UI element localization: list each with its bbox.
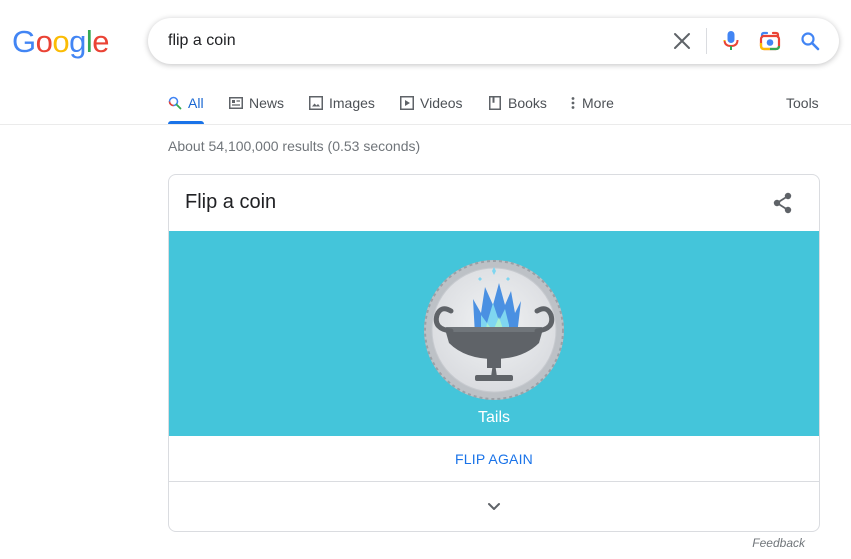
flip-again-button[interactable]: FLIP AGAIN (169, 436, 819, 482)
tab-label: News (249, 95, 285, 111)
card-title: Flip a coin (185, 191, 277, 213)
tools-button[interactable]: Tools (786, 82, 819, 124)
newspaper-icon (229, 96, 243, 110)
search-input[interactable] (168, 30, 648, 52)
search-icon (168, 96, 182, 110)
result-stats: About 54,100,000 results (0.53 seconds) (168, 138, 421, 154)
tab-more[interactable]: More (570, 82, 614, 124)
tab-videos[interactable]: Videos (400, 82, 463, 124)
camera-lens-icon[interactable] (758, 29, 782, 53)
tools-label: Tools (786, 95, 819, 111)
image-icon (309, 96, 323, 110)
book-icon (488, 96, 502, 110)
coin[interactable] (423, 259, 565, 401)
tab-label: Videos (420, 95, 463, 111)
more-vert-icon (570, 96, 576, 110)
tab-all[interactable]: All (168, 82, 204, 124)
close-icon[interactable] (670, 29, 694, 53)
tab-label: All (188, 95, 204, 111)
play-icon (400, 96, 414, 110)
coin-tails-image (424, 260, 564, 400)
tab-news[interactable]: News (229, 82, 284, 124)
share-icon[interactable] (771, 191, 795, 215)
expand-button[interactable] (169, 482, 819, 531)
coin-display: Tails (169, 231, 819, 436)
search-tabs: All News Images Videos Books More Tools (0, 82, 851, 124)
tabs-divider (0, 124, 851, 125)
tab-images[interactable]: Images (309, 82, 375, 124)
tab-label: Images (329, 95, 375, 111)
tab-label: More (582, 95, 614, 111)
search-icon[interactable] (798, 29, 822, 53)
search-box (148, 18, 839, 64)
tab-label: Books (508, 95, 547, 111)
tab-books[interactable]: Books (488, 82, 547, 124)
coin-result: Tails (477, 409, 510, 426)
logo-letter: g (69, 24, 86, 59)
search-divider (706, 28, 707, 54)
logo-letter: o (52, 24, 70, 59)
google-logo[interactable]: G o o g l e (12, 22, 110, 62)
coin-flip-card: Flip a coin Tails FLIP AGAIN (168, 174, 820, 532)
logo-letter: o (35, 24, 53, 59)
microphone-icon[interactable] (719, 29, 743, 53)
chevron-down-icon (487, 498, 501, 516)
logo-letter: e (92, 24, 110, 59)
logo-letter: G (12, 24, 36, 59)
feedback-link[interactable]: Feedback (752, 536, 805, 550)
